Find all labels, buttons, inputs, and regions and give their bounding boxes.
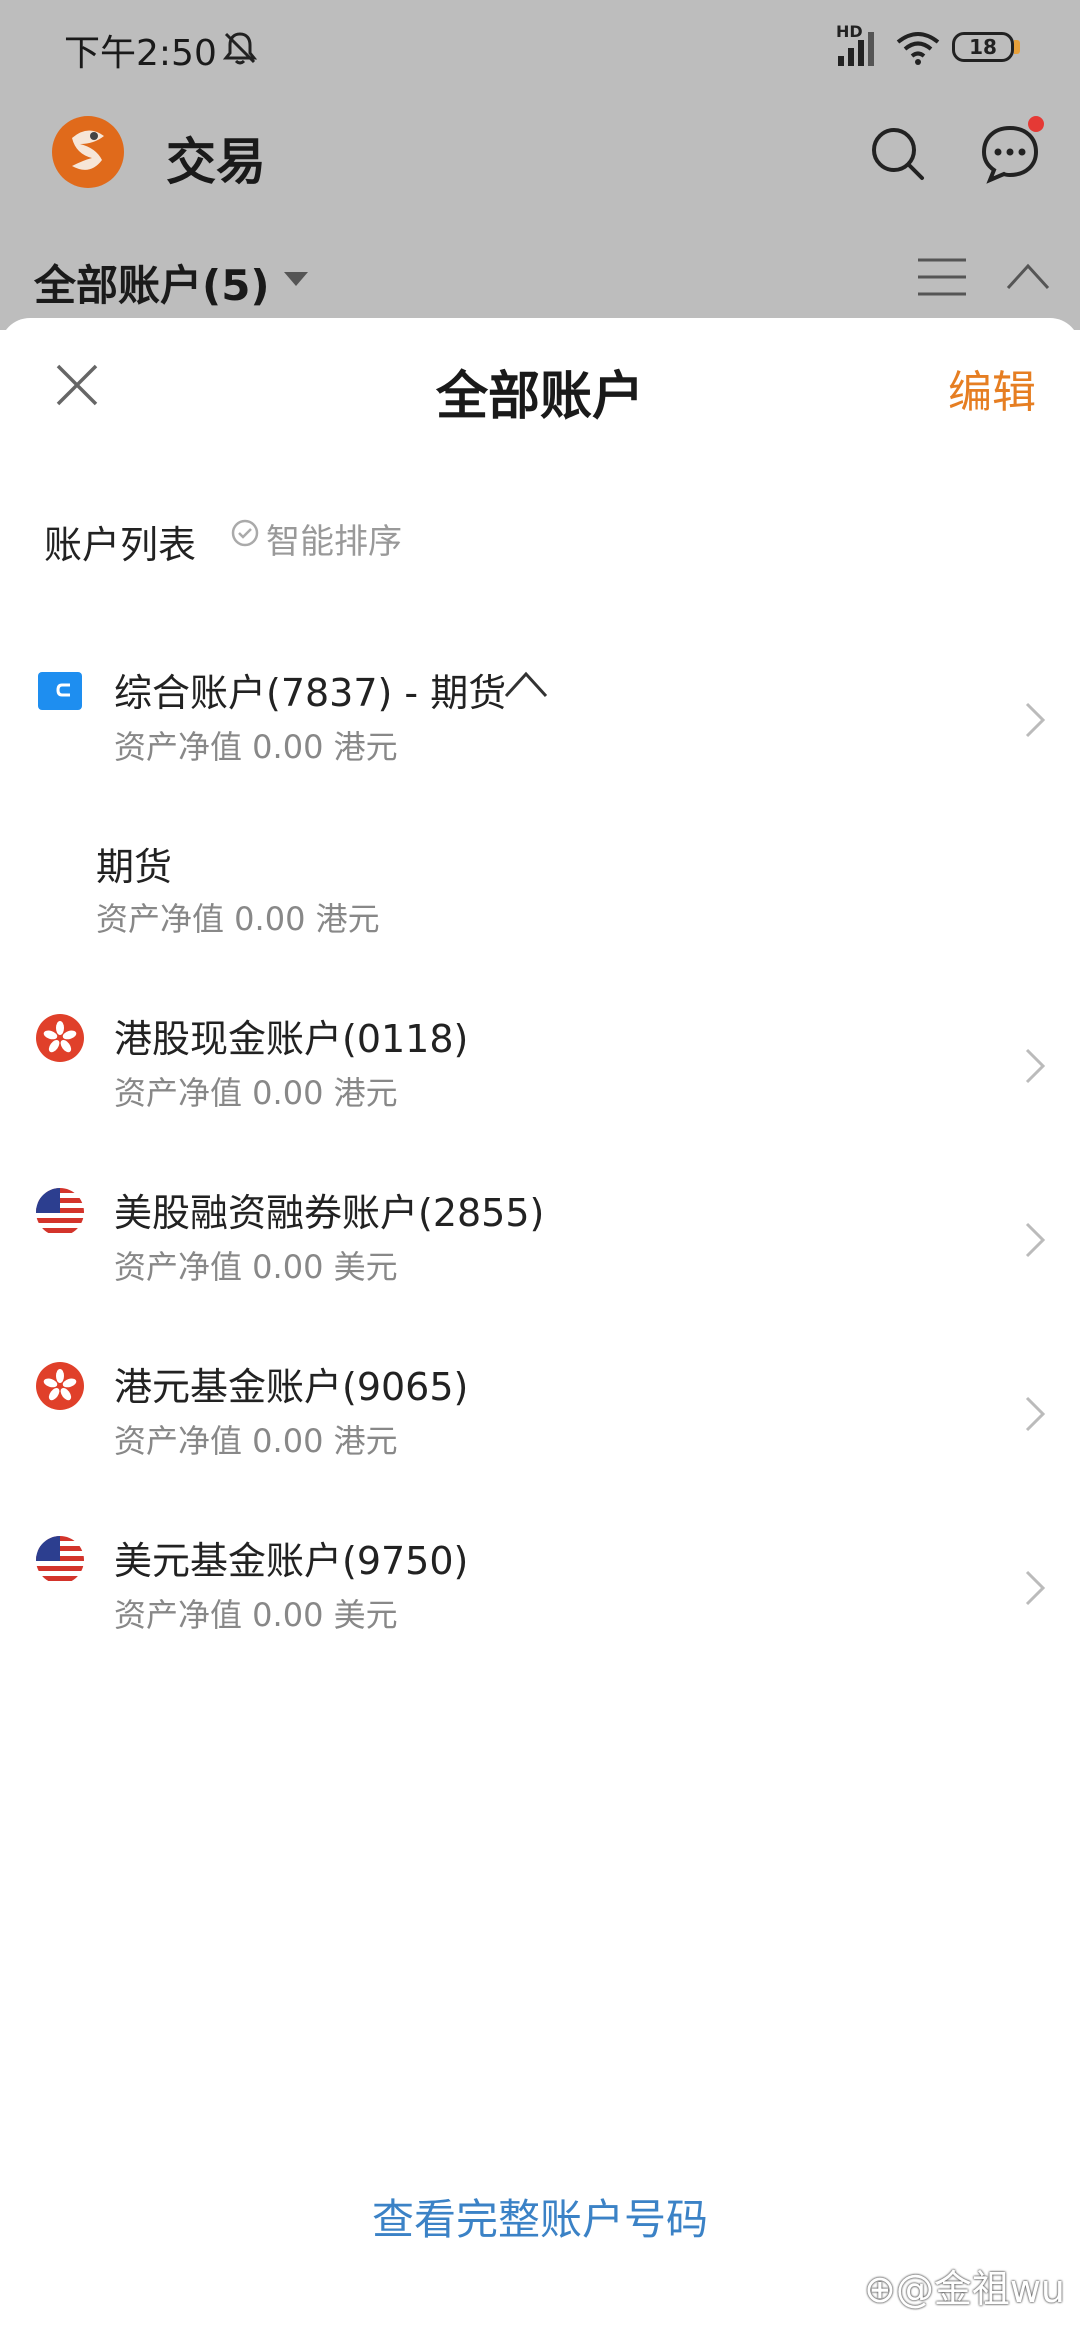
- account-name: 综合账户(7837) - 期货: [114, 671, 507, 715]
- bell-muted-icon: [222, 32, 258, 65]
- edit-button[interactable]: 编辑: [948, 356, 1036, 420]
- chat-icon[interactable]: [978, 122, 1042, 186]
- account-row-usd-fund[interactable]: 美元基金账户(9750) 资产净值 0.00 美元: [0, 1530, 1080, 1680]
- account-name: 美股融资融券账户(2855): [114, 1191, 545, 1235]
- sheet-title: 全部账户: [435, 367, 644, 427]
- account-row-hk-cash[interactable]: 港股现金账户(0118) 资产净值 0.00 港元: [0, 1008, 1080, 1158]
- chevron-up-icon[interactable]: [1004, 258, 1052, 294]
- account-net-value: 资产净值 0.00 港元: [114, 1422, 398, 1460]
- account-selector-bar: 全部账户(5): [0, 240, 1080, 320]
- status-time: 下午2:50: [64, 33, 217, 74]
- account-row-integrated[interactable]: 综合账户(7837) - 期货 资产净值 0.00 港元: [0, 662, 1080, 812]
- app-logo-icon: [52, 116, 124, 188]
- search-icon[interactable]: [868, 124, 928, 184]
- hk-flag-icon: [36, 1014, 84, 1062]
- account-list-label: 账户列表: [44, 523, 197, 567]
- list-menu-icon[interactable]: [916, 254, 968, 300]
- battery-level: 18: [969, 35, 997, 59]
- account-selector-title[interactable]: 全部账户(5): [34, 252, 270, 313]
- battery-icon: 18: [952, 32, 1014, 62]
- account-name: 美元基金账户(9750): [114, 1539, 469, 1583]
- chevron-up-icon[interactable]: [504, 670, 548, 700]
- status-bar: 下午2:50 HD 18: [0, 0, 1080, 96]
- account-net-value: 资产净值 0.00 美元: [114, 1248, 398, 1286]
- wifi-icon: [896, 32, 940, 65]
- chevron-right-icon: [1025, 1570, 1046, 1606]
- all-accounts-sheet: 全部账户 编辑 账户列表 智能排序 综合账户(7837) - 期货 资产净值 0…: [0, 318, 1080, 2340]
- sub-account-net-value: 资产净值 0.00 港元: [96, 900, 380, 938]
- sub-account-name: 期货: [96, 845, 173, 889]
- chevron-right-icon: [1025, 1222, 1046, 1258]
- chevron-right-icon: [1025, 702, 1046, 738]
- account-row-hkd-fund[interactable]: 港元基金账户(9065) 资产净值 0.00 港元: [0, 1356, 1080, 1506]
- account-name: 港元基金账户(9065): [114, 1365, 469, 1409]
- hk-flag-icon: [36, 1362, 84, 1410]
- view-full-account-number-link[interactable]: 查看完整账户号码: [0, 2186, 1080, 2247]
- account-net-value: 资产净值 0.00 美元: [114, 1596, 398, 1634]
- account-net-value: 资产净值 0.00 港元: [114, 1074, 398, 1112]
- dropdown-caret-icon[interactable]: [284, 272, 308, 286]
- account-net-value: 资产净值 0.00 港元: [114, 728, 398, 766]
- us-flag-icon: [36, 1536, 84, 1584]
- app-bar: 交易: [0, 96, 1080, 216]
- signal-icon: [838, 32, 874, 66]
- us-flag-icon: [36, 1188, 84, 1236]
- chevron-right-icon: [1025, 1048, 1046, 1084]
- sub-account-futures[interactable]: 期货 资产净值 0.00 港元: [0, 836, 1080, 986]
- app-title: 交易: [166, 133, 266, 191]
- check-circle-icon[interactable]: [230, 518, 260, 548]
- account-name: 港股现金账户(0118): [114, 1017, 469, 1061]
- chevron-right-icon: [1025, 1396, 1046, 1432]
- blue-wallet-icon: [38, 672, 82, 710]
- notification-dot: [1028, 116, 1044, 132]
- smart-sort-toggle[interactable]: 智能排序: [266, 514, 402, 563]
- account-row-us-margin[interactable]: 美股融资融券账户(2855) 资产净值 0.00 美元: [0, 1182, 1080, 1332]
- battery-tip: [1014, 40, 1020, 54]
- watermark: ⊕@金祖wu: [864, 2267, 1066, 2311]
